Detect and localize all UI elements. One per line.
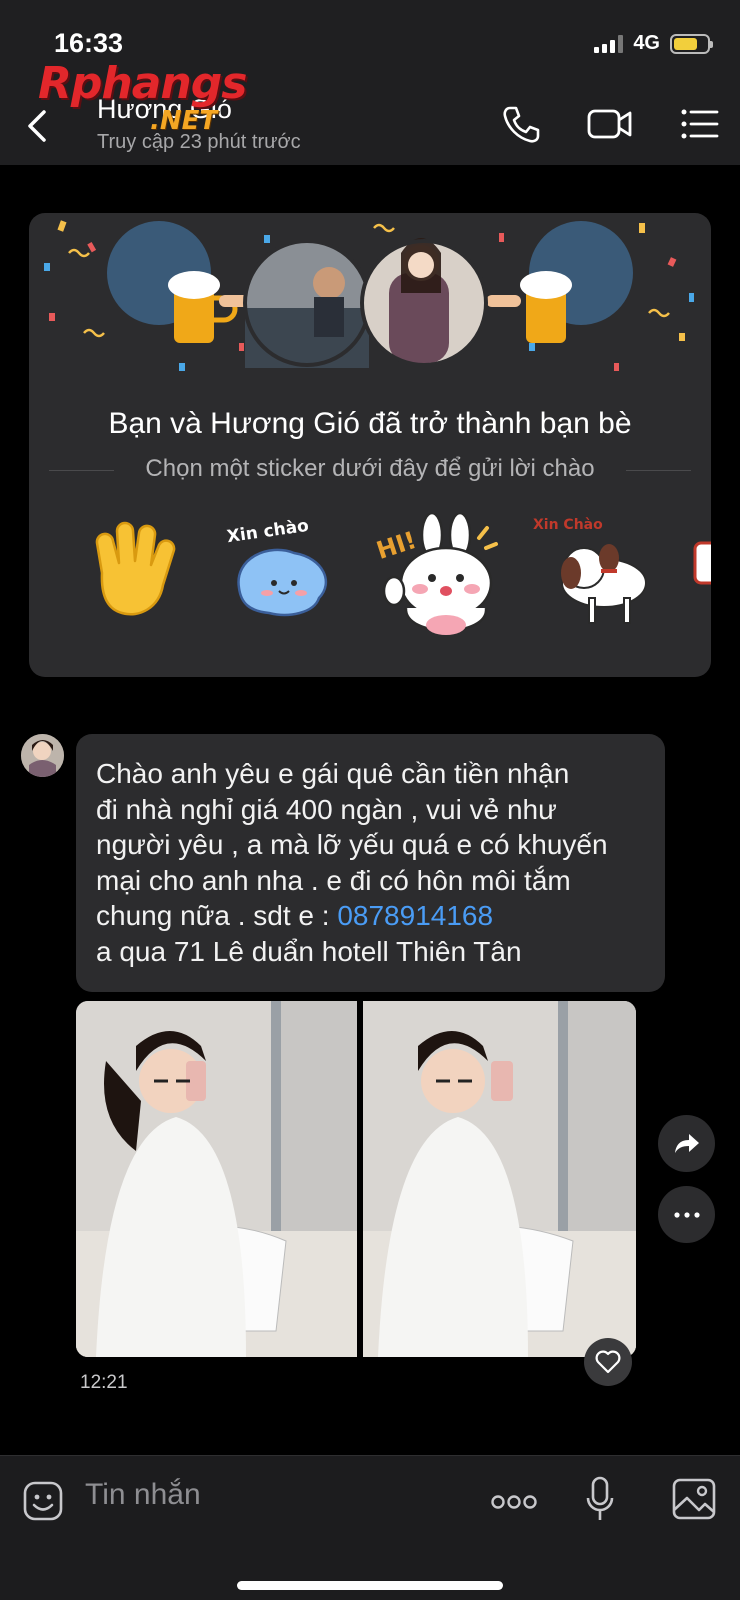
sticker-emoji-icon[interactable]: [22, 1480, 64, 1522]
forward-icon: [674, 1133, 699, 1153]
message-line: chung nữa . sdt e : 0878914168: [96, 898, 645, 934]
message-line: a qua 71 Lê duẩn hotell Thiên Tân: [96, 935, 522, 967]
beer-left-icon: [107, 221, 254, 343]
home-indicator: [237, 1581, 503, 1590]
chat-header: 16:33 4G Hương Gió Truy cập 23 phút trướ…: [0, 0, 740, 165]
message-line: mại cho anh nha . e đi có hôn môi tắm: [96, 864, 571, 896]
xin-chao-blob-sticker[interactable]: Xin chào: [219, 513, 349, 633]
sticker-xin-chao-text: Xin chào: [226, 516, 310, 547]
message-input[interactable]: Tin nhắn: [85, 1478, 201, 1512]
back-icon[interactable]: [24, 108, 52, 144]
avatar-friend: [360, 238, 488, 367]
status-time: 16:33: [54, 28, 124, 58]
message-bubble[interactable]: Chào anh yêu e gái quê cần tiền nhận đi …: [76, 734, 665, 992]
network-type: 4G: [633, 32, 660, 54]
friend-card-subtitle: Chọn một sticker dưới đây để gửi lời chà…: [145, 455, 595, 482]
waving-hand-sticker[interactable]: [77, 513, 187, 623]
more-options-button[interactable]: [658, 1186, 715, 1243]
message-line: người yêu , a mà lỡ yếu quá e có khuyến: [96, 829, 608, 860]
heart-icon: [595, 1350, 621, 1374]
battery-icon: [670, 33, 713, 54]
phone-link[interactable]: 0878914168: [337, 900, 493, 931]
photo-attachment-1[interactable]: [76, 1001, 357, 1357]
react-heart-button[interactable]: [584, 1338, 632, 1386]
beer-right-icon: [486, 221, 633, 343]
xin-chao-dog-sticker[interactable]: Xin Chào: [529, 513, 659, 633]
phone-icon[interactable]: [500, 104, 542, 146]
message-line: Chào anh yêu e gái quê cần tiền nhận: [96, 758, 570, 789]
watermark-logo-sub: .NET: [150, 106, 218, 136]
message-time: 12:21: [80, 1372, 128, 1393]
video-call-icon[interactable]: [586, 104, 634, 144]
menu-list-icon[interactable]: [680, 104, 720, 144]
friend-card-title: Bạn và Hương Gió đã trở thành bạn bè: [108, 407, 632, 440]
message-input-bar: Tin nhắn: [0, 1455, 740, 1600]
more-actions-icon[interactable]: [490, 1494, 538, 1510]
more-dots-icon: [673, 1211, 700, 1218]
hi-bunny-sticker[interactable]: HI!: [374, 513, 504, 638]
watermark-logo: Rphangs: [38, 58, 247, 109]
photo-attachment-2[interactable]: [363, 1001, 636, 1357]
more-stickers-peek[interactable]: [691, 538, 711, 598]
message-text: chung nữa . sdt e :: [96, 900, 338, 931]
new-friend-card: Bạn và Hương Gió đã trở thành bạn bè Chọ…: [29, 213, 711, 677]
message-line: đi nhà nghỉ giá 400 ngàn , vui vẻ như: [96, 793, 557, 825]
image-gallery-icon[interactable]: [672, 1478, 716, 1520]
status-indicators: 4G: [594, 32, 713, 55]
celebration-banner: [44, 220, 694, 371]
sender-avatar[interactable]: [21, 734, 64, 777]
signal-icon: [594, 34, 624, 53]
avatar-me: [243, 239, 371, 368]
microphone-icon[interactable]: [585, 1476, 615, 1524]
sticker-xin-chao-dog-text: Xin Chào: [533, 517, 603, 533]
forward-button[interactable]: [658, 1115, 715, 1172]
